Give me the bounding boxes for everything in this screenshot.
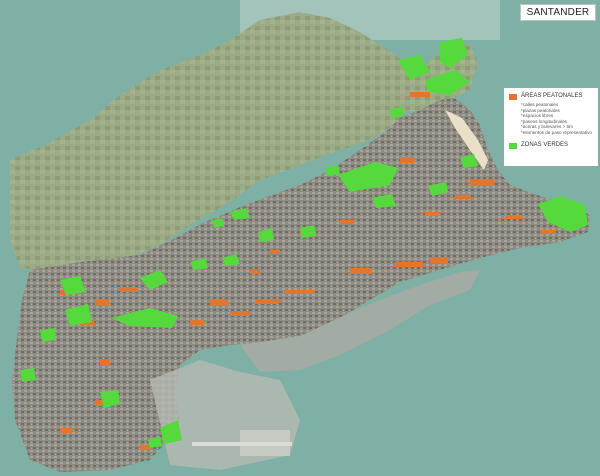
legend: ÁREAS PEATONALES *calles peatonales *pla… [504, 88, 598, 166]
map-title: SANTANDER [520, 4, 596, 21]
legend-green: ZONAS VERDES [509, 141, 595, 150]
legend-pedestrian: ÁREAS PEATONALES *calles peatonales *pla… [509, 92, 595, 136]
pedestrian-swatch [509, 94, 517, 100]
green-swatch [509, 142, 517, 149]
legend-pedestrian-items: *calles peatonales *plazas peatonales *e… [521, 102, 595, 136]
legend-green-label: ZONAS VERDES [521, 141, 569, 148]
runway-strip [192, 442, 292, 446]
legend-item: *elementos de paso representativo [521, 129, 592, 135]
map-canvas [0, 0, 600, 476]
legend-pedestrian-label: ÁREAS PEATONALES [521, 93, 583, 99]
